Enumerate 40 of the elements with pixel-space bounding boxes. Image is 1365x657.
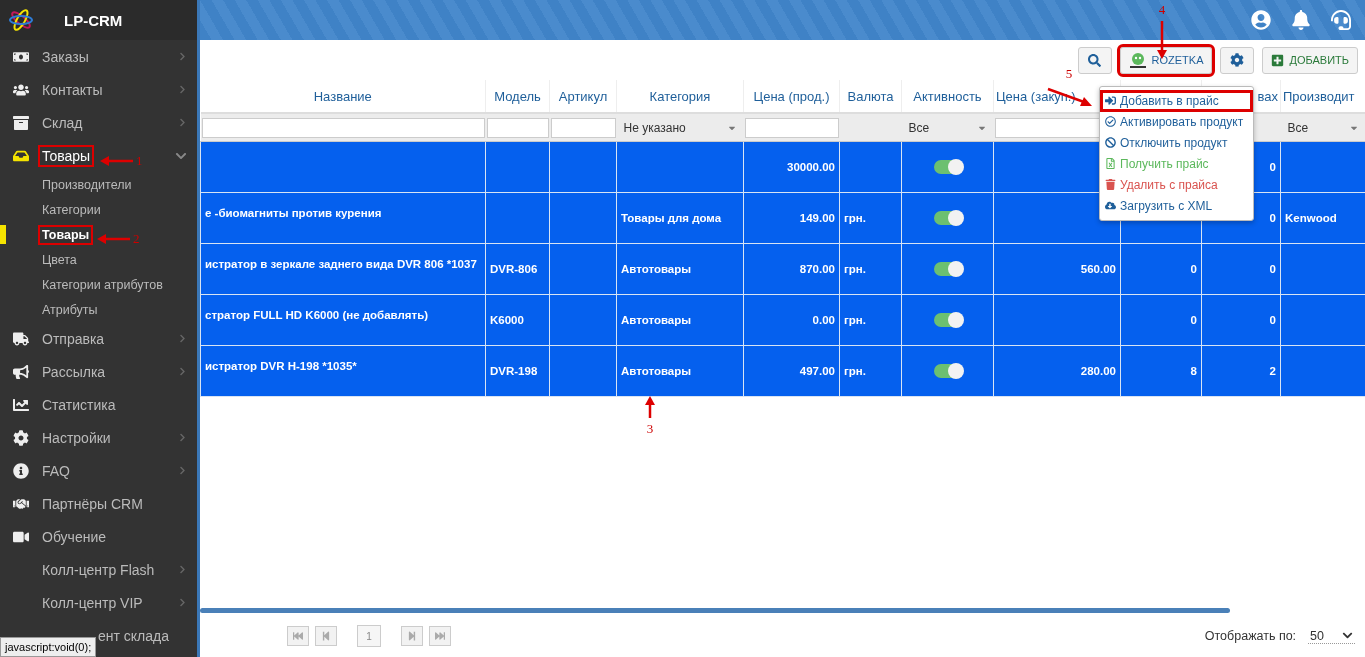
table-cell: 2	[1269, 365, 1276, 377]
table-cell: грн.	[844, 263, 866, 275]
annotation-number: 5	[1065, 66, 1073, 82]
table-cell: DVR-198	[490, 365, 538, 377]
table-cell: 0	[1269, 314, 1276, 326]
page-number: 1	[357, 625, 381, 647]
table-cell: грн.	[844, 365, 866, 377]
table-cell: 0	[1269, 263, 1276, 275]
table-cell: DVR-806	[490, 263, 538, 275]
table-cell: Автотовары	[621, 263, 692, 275]
table-cell: грн.	[844, 314, 866, 326]
table-cell: 280.00	[1080, 365, 1116, 377]
status-tooltip: javascript:void(0);	[0, 637, 97, 657]
table-cell: 30000.00	[787, 161, 835, 173]
table-cell: K6000	[490, 314, 524, 326]
brand-name: LP-CRM	[64, 11, 123, 29]
table-cell: е -биомагниты против курения	[205, 207, 382, 219]
table-cell: стратор FULL HD K6000 (не добавлять)	[205, 309, 429, 321]
annotation-number: 4	[1158, 2, 1166, 18]
table-cell: истратор в зеркале заднего вида DVR 806 *1037	[205, 258, 477, 270]
table-cell: 8	[1190, 365, 1197, 377]
annotation-number: 1	[136, 153, 143, 169]
table-cell: 0	[1190, 314, 1197, 326]
table-cell: 0	[1269, 161, 1276, 173]
annotation-number: 2	[133, 231, 140, 247]
table-cell: истратор DVR H-198 *1035*	[205, 360, 357, 372]
table-cell: 0	[1269, 212, 1276, 224]
table-cell: Kenwood	[1285, 212, 1337, 224]
table-cell: 870.00	[799, 263, 835, 275]
table-cell: грн.	[844, 212, 866, 224]
per-page-label: Отображать по:	[1204, 629, 1297, 643]
table-cell: Автотовары	[621, 314, 692, 326]
table-cell: Товары для дома	[621, 212, 722, 224]
table-cell: 497.00	[799, 365, 835, 377]
table-cell: 560.00	[1080, 263, 1116, 275]
table-cell: 0	[1190, 263, 1197, 275]
table-cell: Автотовары	[621, 365, 692, 377]
table-cell: 0.00	[812, 314, 835, 326]
annotation-number: 3	[646, 421, 654, 437]
table-cell: 149.00	[799, 212, 835, 224]
